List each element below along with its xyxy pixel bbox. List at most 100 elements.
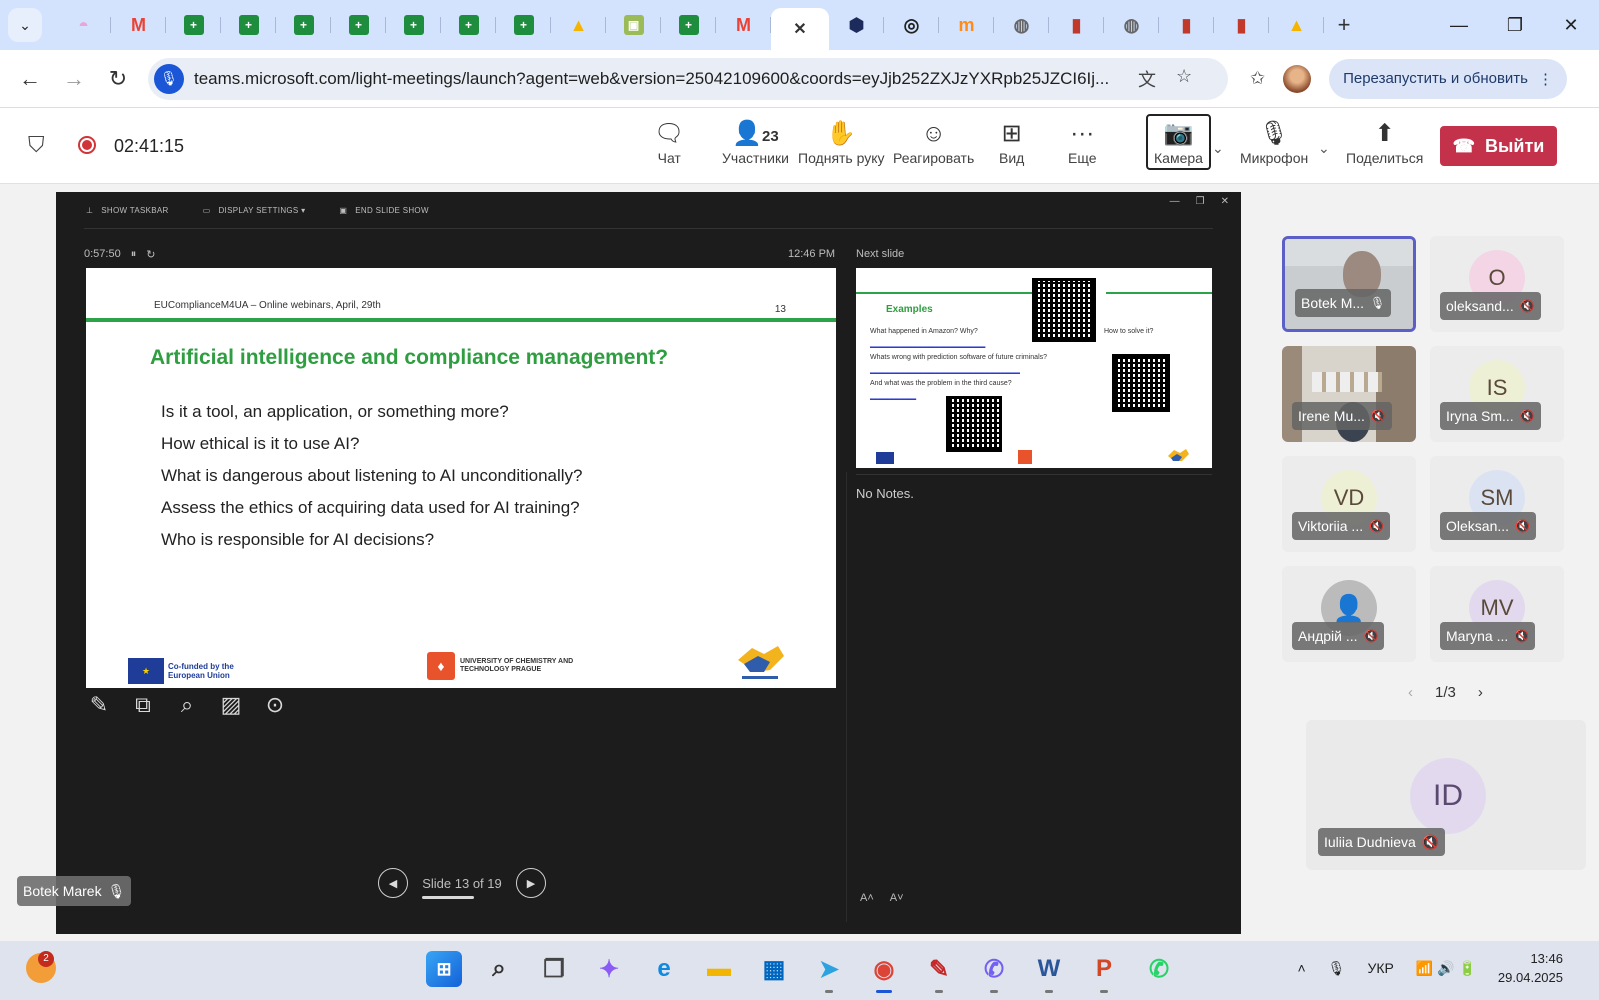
leave-button[interactable]: ☎ Выйти — [1440, 126, 1557, 166]
browser-tab[interactable]: ⬢ — [829, 7, 884, 43]
pdf-editor-icon[interactable]: ✎ — [921, 951, 957, 993]
browser-tab[interactable]: ▮ — [1214, 7, 1269, 43]
participant-tile[interactable]: Ooleksand... 🔇 — [1430, 236, 1564, 332]
participant-tile[interactable]: Irene Mu... 🔇 — [1282, 346, 1416, 442]
slide-counter[interactable]: Slide 13 of 19 — [418, 876, 506, 899]
chat-button[interactable]: 🗨 Чат — [654, 118, 684, 166]
view-button[interactable]: ⊞ Вид — [999, 118, 1024, 166]
participants-button[interactable]: 👤23 Участники — [722, 118, 789, 166]
pv-restore-icon[interactable]: ❐ — [1196, 196, 1205, 207]
browser-tab[interactable]: ▮ — [1049, 7, 1104, 43]
camera-options-chevron-icon[interactable]: ⌄ — [1212, 140, 1224, 157]
url-text[interactable]: teams.microsoft.com/light-meetings/launc… — [194, 69, 1124, 89]
close-window-icon[interactable]: ✕ — [1543, 15, 1599, 36]
show-taskbar-button[interactable]: ⊥ SHOW TASKBAR — [86, 206, 169, 215]
zoom-icon[interactable]: ⌕ — [174, 692, 200, 718]
kebab-menu-icon[interactable]: ⋮ — [1538, 70, 1553, 88]
copilot-icon[interactable]: ✦ — [591, 951, 627, 987]
participant-tile[interactable]: MV Maryna ... 🔇 — [1430, 566, 1564, 662]
increase-font-icon[interactable]: A˄ — [860, 892, 874, 904]
participant-tile[interactable]: SM Oleksan... 🔇 — [1430, 456, 1564, 552]
browser-tab[interactable]: ✕ — [771, 8, 829, 50]
participant-tile[interactable]: IS Iryna Sm... 🔇 — [1430, 346, 1564, 442]
next-slide-button[interactable]: ▶ — [516, 868, 546, 898]
restore-icon[interactable]: ❐ — [1487, 15, 1543, 36]
pv-minimize-icon[interactable]: — — [1170, 196, 1180, 207]
browser-tab[interactable]: ◍ — [994, 7, 1049, 43]
file-explorer-icon[interactable]: ▬ — [701, 951, 737, 987]
store-icon[interactable]: ▦ — [756, 951, 792, 987]
translate-icon[interactable]: 文 — [1138, 66, 1156, 92]
pause-icon[interactable]: ⏸ — [131, 248, 137, 261]
participant-tile[interactable]: Botek M... 🎙 — [1282, 236, 1416, 332]
browser-tab[interactable]: ◓ — [56, 7, 111, 43]
restart-icon[interactable]: ↻ — [146, 248, 155, 261]
reading-list-icon[interactable]: ✩ — [1250, 68, 1265, 89]
participant-tile[interactable]: VD Viktoriia ... 🔇 — [1282, 456, 1416, 552]
minimize-icon[interactable]: — — [1431, 15, 1487, 36]
tab-search-chevron-icon[interactable]: ⌄ — [8, 8, 42, 42]
see-all-slides-icon[interactable]: ⧉ — [130, 692, 156, 718]
camera-button[interactable]: 📷 Камера — [1146, 114, 1211, 170]
more-options-icon[interactable]: ⊙ — [262, 692, 288, 718]
browser-tab[interactable]: ▮ — [1159, 7, 1214, 43]
close-icon[interactable]: ✕ — [790, 19, 810, 39]
browser-tab[interactable]: + — [496, 7, 551, 43]
browser-tab[interactable]: M — [716, 7, 771, 43]
windows-start-icon[interactable]: ⊞ — [426, 951, 462, 987]
task-view-icon[interactable]: ❐ — [536, 951, 572, 987]
participant-tile-large[interactable]: ID Iuliia Dudnieva 🔇 — [1306, 720, 1586, 870]
browser-tab[interactable]: ▲ — [1269, 7, 1324, 43]
browser-tab[interactable]: + — [276, 7, 331, 43]
forward-button[interactable]: → — [52, 66, 96, 92]
network-volume-battery[interactable]: 📶 🔊 🔋 — [1416, 960, 1476, 977]
browser-tab[interactable]: + — [661, 7, 716, 43]
browser-tab[interactable]: ◎ — [884, 7, 939, 43]
mic-button[interactable]: 🎙 Микрофон — [1240, 118, 1308, 166]
bookmark-star-icon[interactable]: ☆ — [1176, 66, 1192, 92]
profile-avatar[interactable] — [1283, 64, 1312, 93]
participant-tile[interactable]: 👤 Андрій ... 🔇 — [1282, 566, 1416, 662]
speaker-notes[interactable]: No Notes. — [856, 486, 914, 501]
chrome-icon[interactable]: ◉ — [866, 951, 902, 993]
telegram-icon[interactable]: ➤ — [811, 951, 847, 993]
browser-tab[interactable]: + — [331, 7, 386, 43]
tray-mic-icon[interactable]: 🎙 — [1328, 960, 1346, 977]
search-icon[interactable]: ⌕ — [481, 951, 517, 987]
browser-tab[interactable]: ▲ — [551, 7, 606, 43]
shield-icon[interactable]: ⛉ — [28, 132, 45, 158]
mic-options-chevron-icon[interactable]: ⌄ — [1318, 140, 1330, 157]
address-bar[interactable]: 🎙 teams.microsoft.com/light-meetings/lau… — [148, 57, 1228, 100]
next-slide-preview[interactable]: Examples What happened in Amazon? Why? ▁… — [856, 268, 1212, 468]
prev-page-chevron-icon[interactable]: ‹ — [1408, 684, 1413, 701]
pv-close-icon[interactable]: ✕ — [1221, 196, 1229, 207]
browser-tab[interactable]: + — [166, 7, 221, 43]
end-slideshow-button[interactable]: ▣ END SLIDE SHOW — [339, 206, 428, 215]
new-tab-button[interactable]: + — [1324, 12, 1364, 38]
share-button[interactable]: ⬆ Поделиться — [1346, 118, 1423, 166]
react-button[interactable]: ☺ Реагировать — [893, 118, 974, 166]
reload-button[interactable]: ↻ — [96, 66, 140, 92]
edge-icon[interactable]: e — [646, 951, 682, 987]
powerpoint-icon[interactable]: P — [1086, 951, 1122, 993]
viber-icon[interactable]: ✆ — [976, 951, 1012, 993]
browser-tab[interactable]: + — [386, 7, 441, 43]
browser-tab[interactable]: M — [111, 7, 166, 43]
browser-tab[interactable]: ▣ — [606, 7, 661, 43]
clock[interactable]: 13:46 29.04.2025 — [1498, 949, 1563, 987]
browser-tab[interactable]: ◍ — [1104, 7, 1159, 43]
whatsapp-icon[interactable]: ✆ — [1141, 951, 1177, 987]
mic-in-use-icon[interactable]: 🎙 — [154, 63, 184, 94]
tray-chevron-up-icon[interactable]: ˄ — [1297, 960, 1305, 976]
raise-hand-button[interactable]: ✋ Поднять руку — [798, 118, 885, 166]
previous-slide-button[interactable]: ◀ — [378, 868, 408, 898]
black-screen-icon[interactable]: ▨ — [218, 692, 244, 718]
browser-tab[interactable]: m — [939, 7, 994, 43]
display-settings-button[interactable]: ▭ DISPLAY SETTINGS ▾ — [203, 206, 306, 215]
decrease-font-icon[interactable]: A˅ — [890, 892, 904, 904]
relaunch-update-button[interactable]: Перезапустить и обновить ⋮ — [1329, 58, 1567, 99]
next-page-chevron-icon[interactable]: › — [1478, 684, 1483, 701]
more-button[interactable]: ··· Еще — [1068, 118, 1097, 166]
word-icon[interactable]: W — [1031, 951, 1067, 993]
browser-tab[interactable]: + — [441, 7, 496, 43]
